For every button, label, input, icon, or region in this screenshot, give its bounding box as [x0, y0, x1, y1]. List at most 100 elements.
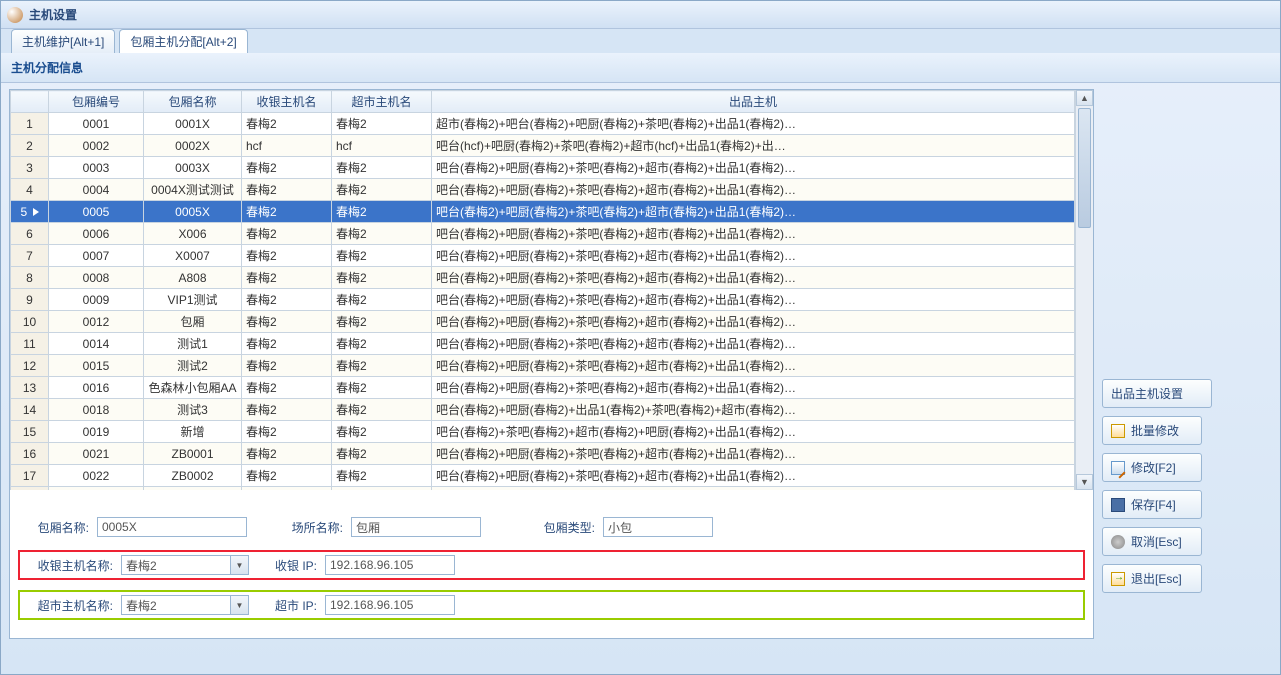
cell-code: 0009	[49, 289, 144, 311]
cell-cashier: 春梅2	[242, 399, 332, 421]
cashier-ip-input[interactable]	[325, 555, 455, 575]
column-header-1[interactable]: 包厢名称	[144, 91, 242, 113]
cell-name: 包厢	[144, 311, 242, 333]
cell-code: 0008	[49, 267, 144, 289]
cancel-icon	[1111, 535, 1125, 549]
place-name-input[interactable]	[351, 517, 481, 537]
cell-code: 0018	[49, 399, 144, 421]
exit-icon	[1111, 572, 1125, 586]
table-row[interactable]: 120015测试2春梅2春梅2吧台(春梅2)+吧厨(春梅2)+茶吧(春梅2)+超…	[11, 355, 1075, 377]
cell-market: 春梅2	[332, 311, 432, 333]
cell-market: 春梅2	[332, 399, 432, 421]
cancel-button[interactable]: 取消[Esc]	[1102, 527, 1202, 556]
tab-1[interactable]: 包厢主机分配[Alt+2]	[119, 29, 247, 53]
exit-button[interactable]: 退出[Esc]	[1102, 564, 1202, 593]
data-grid[interactable]: 包厢编号包厢名称收银主机名超市主机名出品主机 100010001X春梅2春梅2超…	[10, 90, 1075, 490]
cell-cashier: 春梅2	[242, 487, 332, 491]
cell-code: 0001	[49, 113, 144, 135]
row-number: 2	[11, 135, 49, 157]
market-ip-input[interactable]	[325, 595, 455, 615]
output-host-setup-button[interactable]: 出品主机设置	[1102, 379, 1212, 408]
cell-output: 超市(春梅2)+吧台(春梅2)+吧厨(春梅2)+茶吧(春梅2)+出品1(春梅2)…	[432, 113, 1075, 135]
row-number: 1	[11, 113, 49, 135]
market-host-row: 超市主机名称: ▼ 超市 IP:	[18, 590, 1085, 620]
cell-market: 春梅2	[332, 289, 432, 311]
content-area: 包厢编号包厢名称收银主机名超市主机名出品主机 100010001X春梅2春梅2超…	[1, 83, 1280, 645]
cashier-host-combo[interactable]: ▼	[121, 555, 249, 575]
cell-code: 0019	[49, 421, 144, 443]
table-row[interactable]: 160021ZB0001春梅2春梅2吧台(春梅2)+吧厨(春梅2)+茶吧(春梅2…	[11, 443, 1075, 465]
cell-name: 测试2	[144, 355, 242, 377]
cell-name: X0007	[144, 245, 242, 267]
cell-name: A808	[144, 267, 242, 289]
table-row[interactable]: 110014测试1春梅2春梅2吧台(春梅2)+吧厨(春梅2)+茶吧(春梅2)+超…	[11, 333, 1075, 355]
cell-code: 0022	[49, 465, 144, 487]
cell-name: ZB0001	[144, 443, 242, 465]
chevron-down-icon[interactable]: ▼	[231, 555, 249, 575]
cell-output: 吧台(hcf)+吧厨(春梅2)+茶吧(春梅2)+超市(hcf)+出品1(春梅2)…	[432, 135, 1075, 157]
tab-0[interactable]: 主机维护[Alt+1]	[11, 29, 115, 53]
app-window: 主机设置 主机维护[Alt+1]包厢主机分配[Alt+2] 主机分配信息 包厢编…	[0, 0, 1281, 675]
table-row[interactable]: 100010001X春梅2春梅2超市(春梅2)+吧台(春梅2)+吧厨(春梅2)+…	[11, 113, 1075, 135]
room-name-label: 包厢名称:	[21, 519, 89, 536]
column-header-2[interactable]: 收银主机名	[242, 91, 332, 113]
cell-name: 新增	[144, 421, 242, 443]
scroll-down-arrow[interactable]: ▼	[1076, 474, 1093, 490]
cell-cashier: 春梅2	[242, 443, 332, 465]
table-row[interactable]: 80008A808春梅2春梅2吧台(春梅2)+吧厨(春梅2)+茶吧(春梅2)+超…	[11, 267, 1075, 289]
column-header-0[interactable]: 包厢编号	[49, 91, 144, 113]
scroll-up-arrow[interactable]: ▲	[1076, 90, 1093, 106]
table-row[interactable]: 100012包厢春梅2春梅2吧台(春梅2)+吧厨(春梅2)+茶吧(春梅2)+超市…	[11, 311, 1075, 333]
table-row[interactable]: 170022ZB0002春梅2春梅2吧台(春梅2)+吧厨(春梅2)+茶吧(春梅2…	[11, 465, 1075, 487]
cell-cashier: 春梅2	[242, 223, 332, 245]
row-number: 16	[11, 443, 49, 465]
table-row[interactable]: 150019新增春梅2春梅2吧台(春梅2)+茶吧(春梅2)+超市(春梅2)+吧厨…	[11, 421, 1075, 443]
market-host-input[interactable]	[121, 595, 231, 615]
cashier-host-input[interactable]	[121, 555, 231, 575]
cashier-ip-label: 收银 IP:	[257, 557, 317, 574]
column-header-4[interactable]: 出品主机	[432, 91, 1075, 113]
cell-market: 春梅2	[332, 267, 432, 289]
table-row[interactable]: 200020002Xhcfhcf吧台(hcf)+吧厨(春梅2)+茶吧(春梅2)+…	[11, 135, 1075, 157]
modify-button[interactable]: 修改[F2]	[1102, 453, 1202, 482]
window-title: 主机设置	[29, 6, 77, 23]
cell-cashier: 春梅2	[242, 267, 332, 289]
cell-market: 春梅2	[332, 421, 432, 443]
scroll-thumb[interactable]	[1078, 108, 1091, 228]
cell-code: 0015	[49, 355, 144, 377]
table-row[interactable]: 180023ZB0003春梅2春梅2吧台(春梅2)+吧厨(春梅2)+茶吧(春梅2…	[11, 487, 1075, 491]
cell-name: 测试1	[144, 333, 242, 355]
row-number: 6	[11, 223, 49, 245]
table-row[interactable]: 140018测试3春梅2春梅2吧台(春梅2)+吧厨(春梅2)+出品1(春梅2)+…	[11, 399, 1075, 421]
row-number: 9	[11, 289, 49, 311]
row-number: 17	[11, 465, 49, 487]
room-name-input[interactable]	[97, 517, 247, 537]
batch-modify-button[interactable]: 批量修改	[1102, 416, 1202, 445]
room-type-input[interactable]	[603, 517, 713, 537]
table-row[interactable]: 5 00050005X春梅2春梅2吧台(春梅2)+吧厨(春梅2)+茶吧(春梅2)…	[11, 201, 1075, 223]
cell-name: 0002X	[144, 135, 242, 157]
table-row[interactable]: 300030003X春梅2春梅2吧台(春梅2)+吧厨(春梅2)+茶吧(春梅2)+…	[11, 157, 1075, 179]
cell-output: 吧台(春梅2)+吧厨(春梅2)+茶吧(春梅2)+超市(春梅2)+出品1(春梅2)…	[432, 377, 1075, 399]
form-row-basic: 包厢名称: 场所名称: 包厢类型:	[18, 514, 1085, 540]
cell-market: 春梅2	[332, 443, 432, 465]
cell-market: 春梅2	[332, 113, 432, 135]
table-row[interactable]: 400040004X测试测试春梅2春梅2吧台(春梅2)+吧厨(春梅2)+茶吧(春…	[11, 179, 1075, 201]
edit-icon	[1111, 461, 1125, 475]
cell-market: 春梅2	[332, 223, 432, 245]
row-number-header	[11, 91, 49, 113]
table-row[interactable]: 90009VIP1测试春梅2春梅2吧台(春梅2)+吧厨(春梅2)+茶吧(春梅2)…	[11, 289, 1075, 311]
table-row[interactable]: 130016色森林小包厢AA春梅2春梅2吧台(春梅2)+吧厨(春梅2)+茶吧(春…	[11, 377, 1075, 399]
table-row[interactable]: 60006X006春梅2春梅2吧台(春梅2)+吧厨(春梅2)+茶吧(春梅2)+超…	[11, 223, 1075, 245]
cell-cashier: 春梅2	[242, 421, 332, 443]
save-button[interactable]: 保存[F4]	[1102, 490, 1202, 519]
market-host-combo[interactable]: ▼	[121, 595, 249, 615]
chevron-down-icon[interactable]: ▼	[231, 595, 249, 615]
column-header-3[interactable]: 超市主机名	[332, 91, 432, 113]
vertical-scrollbar[interactable]: ▲ ▼	[1075, 90, 1093, 490]
table-row[interactable]: 70007X0007春梅2春梅2吧台(春梅2)+吧厨(春梅2)+茶吧(春梅2)+…	[11, 245, 1075, 267]
cell-name: 0001X	[144, 113, 242, 135]
cell-market: 春梅2	[332, 245, 432, 267]
row-number: 18	[11, 487, 49, 491]
row-number: 11	[11, 333, 49, 355]
